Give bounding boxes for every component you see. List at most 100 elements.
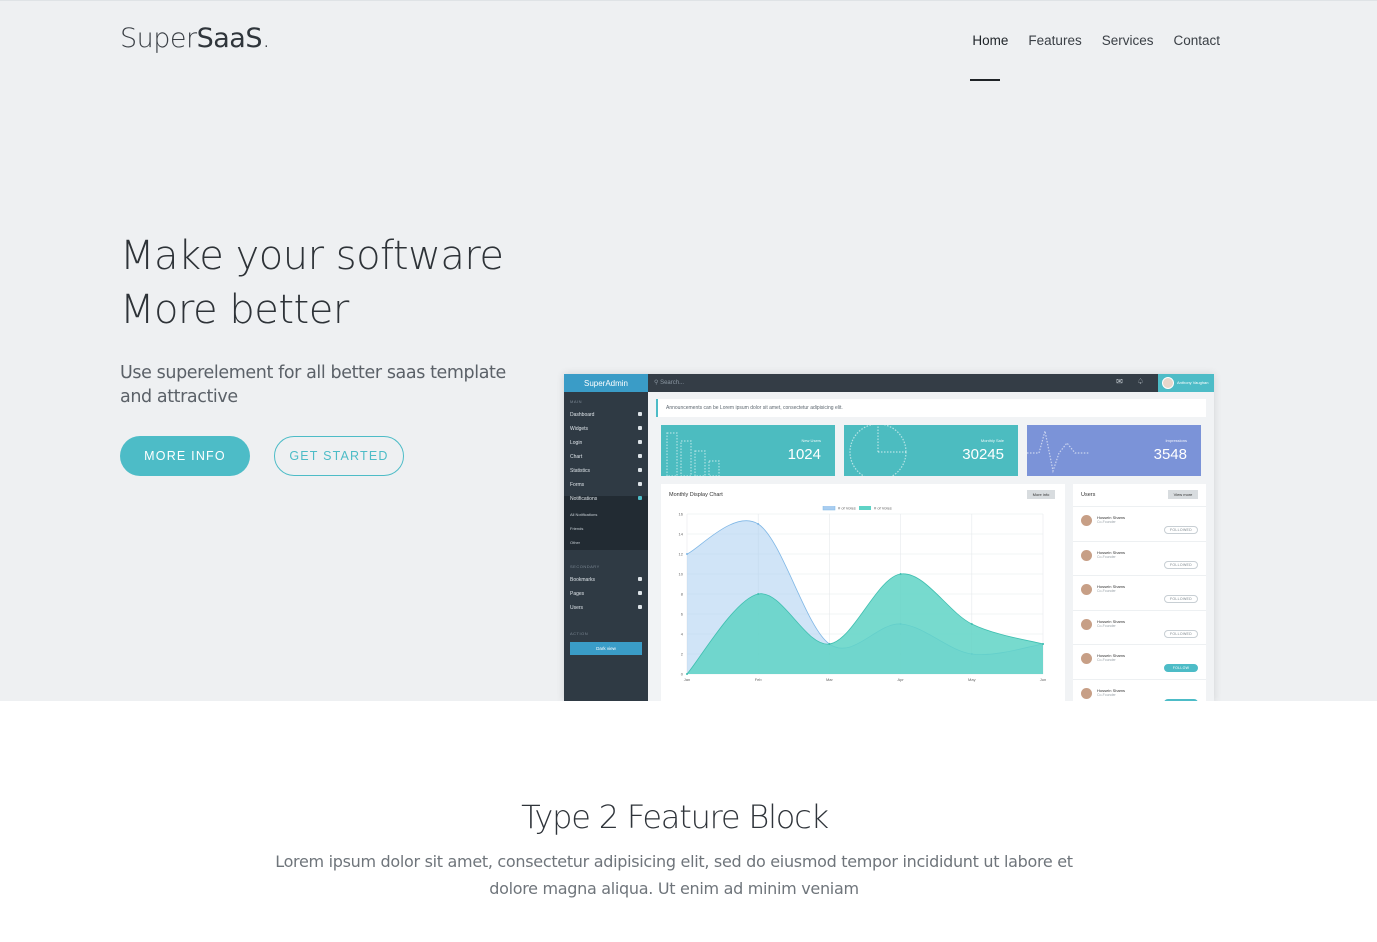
list-item: Hossein ShamsCo-FounderFOLLOW <box>1073 644 1206 678</box>
sidebar-item-dashboard: Dashboard <box>570 412 642 418</box>
sidebar-item-login: Login <box>570 440 642 446</box>
nav-contact[interactable]: Contact <box>1173 33 1220 48</box>
stat-card: Monthly Sale 30245 <box>844 425 1018 476</box>
pie-icon <box>638 454 642 458</box>
avatar <box>1081 687 1092 699</box>
avatar <box>1081 653 1092 664</box>
follow-button: FOLLOWED <box>1164 560 1198 569</box>
sidebar-item-label: Widgets <box>570 426 589 432</box>
avatar <box>1081 515 1092 526</box>
avatar <box>1162 377 1174 389</box>
more-info-button[interactable]: MORE INFO <box>120 436 250 476</box>
legend-swatch <box>822 506 836 511</box>
main-nav: Home Features Services Contact <box>972 33 1220 48</box>
user-role: Co-Founder <box>1097 623 1116 628</box>
x-tick-label: May <box>968 677 976 682</box>
nav-services[interactable]: Services <box>1102 33 1154 48</box>
data-point <box>1042 643 1044 645</box>
home-icon <box>638 412 642 416</box>
data-point <box>686 673 688 675</box>
data-point <box>899 573 902 575</box>
sidebar-item-label: Dashboard <box>570 412 595 418</box>
data-point <box>757 593 760 595</box>
nav-features[interactable]: Features <box>1028 33 1081 48</box>
hero-title: Make your software More better <box>120 229 570 337</box>
nav-home[interactable]: Home <box>972 33 1008 48</box>
hero-title-line2: More better <box>120 287 349 333</box>
more-info-chart-button: More info <box>1027 490 1055 499</box>
get-started-button[interactable]: GET STARTED <box>274 436 404 476</box>
sidebar-subitem: Other <box>570 540 581 545</box>
sidebar-main-label: MAIN <box>570 399 582 404</box>
avatar <box>1081 618 1092 630</box>
sidebar-item-chart: Chart <box>570 454 642 460</box>
feature-title: Type 2 Feature Block <box>521 798 829 836</box>
follow-button: FOLLOWED <box>1164 526 1198 534</box>
sidebar-item-label: Chart <box>570 454 583 460</box>
brand-bold: SaaS <box>196 23 263 54</box>
sidebar-item-forms: Forms <box>570 482 642 488</box>
sidebar-item-label: Bookmarks <box>570 577 596 583</box>
stat-card: New Users 1024 <box>661 425 835 476</box>
legend-label: # of Votes <box>838 506 856 511</box>
chart-title: Monthly Display Chart <box>669 492 723 498</box>
mockup-brand: SuperAdmin <box>564 374 648 392</box>
follow-button: FOLLOW <box>1164 698 1198 701</box>
mockup-search-placeholder: Search... <box>660 380 685 386</box>
view-more-button: View more <box>1168 490 1198 499</box>
bell-icon: ♤ <box>1136 377 1144 386</box>
list-item: Hossein Shams Co-Founder FOLLOWED <box>1073 609 1206 644</box>
hero-section: SuperSaaS. Home Features Services Contac… <box>0 0 1377 701</box>
sidebar-item-widgets: Widgets <box>570 426 642 432</box>
sidebar-item-users: Users <box>570 605 642 611</box>
users-title: Users <box>1081 492 1096 498</box>
sidebar-item-label: Forms <box>570 482 585 488</box>
dark-view-button: Dark view <box>570 642 642 655</box>
data-point <box>686 553 688 555</box>
stat-value: 3548 <box>1153 446 1187 463</box>
bar-chart-icon <box>638 468 642 472</box>
users-card: Users View more Hossein Shams Co-Founder F… <box>1073 484 1206 701</box>
follow-button: FOLLOW <box>1164 664 1198 672</box>
list-item: Hossein Shams Co-Founder FOLLOWED <box>1073 575 1206 609</box>
data-point <box>757 523 760 525</box>
x-tick-label: Mar <box>826 677 834 682</box>
x-tick-label: Jun <box>1040 677 1046 682</box>
area-chart: # of Votes # of Votes 0 2 4 6 8 10 12 14 16 Jan Feb M… <box>679 506 1046 682</box>
stat-label: New Users <box>801 438 821 443</box>
stat-value: 1024 <box>787 446 821 463</box>
list-item: Hossein Shams Co-Founder FOLLOWED <box>1073 540 1206 575</box>
user-role: Co-Founder <box>1097 692 1116 697</box>
y-tick-label: 0 <box>681 672 684 677</box>
stat-label: Monthly Sale <box>980 438 1004 443</box>
sidebar-item-label: Notifications <box>570 496 598 502</box>
sidebar-item-pages: Pages <box>570 591 642 597</box>
y-tick-label: 4 <box>681 632 684 637</box>
mail-icon: ✉ <box>1116 377 1123 386</box>
y-tick-label: 2 <box>681 652 684 657</box>
dashboard-mockup: SuperAdmin MAIN Dashboard Widgets Login … <box>564 374 1214 701</box>
sidebar-item-label: Login <box>570 440 583 446</box>
follow-button: FOLLOWED <box>1164 595 1198 603</box>
sidebar-item-statistics: Statistics <box>570 468 642 474</box>
avatar <box>1081 549 1092 561</box>
brand-logo[interactable]: SuperSaaS. <box>120 23 271 54</box>
widget-icon <box>638 426 642 430</box>
user-role: Co-Founder <box>1097 658 1116 662</box>
follow-button: FOLLOWED <box>1164 629 1198 638</box>
nav-active-indicator <box>970 79 1000 81</box>
legend-label: # of Votes <box>874 506 892 511</box>
stat-card: Impressions 3548 <box>1027 425 1201 476</box>
data-point <box>970 623 973 625</box>
brand-light: Super <box>120 23 197 54</box>
avatar <box>1081 584 1092 595</box>
user-role: Co-Founder <box>1097 589 1116 593</box>
hero-title-line1: Make your software <box>120 233 504 279</box>
mockup-user: Anthony Vaughan <box>1158 374 1214 392</box>
sidebar-secondary-label: SECONDARY <box>570 564 600 569</box>
user-role: Co-Founder <box>1097 520 1116 524</box>
sidebar-subitem: All Notifications <box>570 512 598 517</box>
sidebar-subitem: Friends <box>570 526 584 531</box>
hero-subtitle: Use superelement for all better saas tem… <box>120 363 506 407</box>
x-tick-label: Apr <box>897 677 904 682</box>
